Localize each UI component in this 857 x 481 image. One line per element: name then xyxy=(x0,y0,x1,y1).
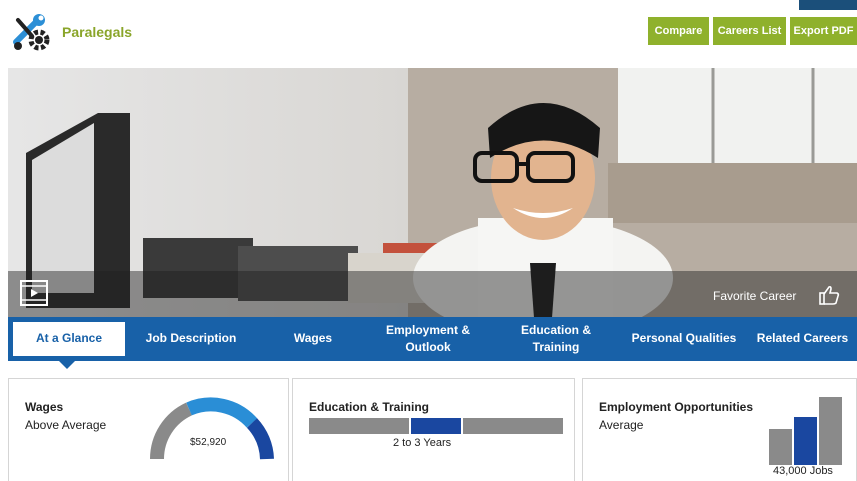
tab-at-a-glance[interactable]: At a Glance xyxy=(12,321,126,357)
education-card-title: Education & Training xyxy=(309,400,430,414)
employment-bar-average xyxy=(794,417,817,465)
employment-bar-low xyxy=(769,429,792,465)
education-bar-segment xyxy=(463,418,563,434)
wages-rating: Above Average xyxy=(25,418,107,432)
active-tab-pointer xyxy=(59,361,75,369)
compare-button[interactable]: Compare xyxy=(648,17,709,45)
hero-image: Favorite Career xyxy=(8,68,857,318)
education-bar-segment xyxy=(309,418,409,434)
tab-job-description[interactable]: Job Description xyxy=(136,317,246,361)
tab-wages[interactable]: Wages xyxy=(278,317,348,361)
employment-bar-high xyxy=(819,397,842,465)
wages-card-title: Wages xyxy=(25,400,64,414)
career-title: Paralegals xyxy=(62,24,133,40)
education-card[interactable]: Education & Training 2 to 3 Years xyxy=(292,378,575,481)
thumbs-up-icon[interactable] xyxy=(818,284,840,306)
employment-bar-chart xyxy=(769,397,842,465)
export-pdf-button[interactable]: Export PDF xyxy=(790,17,857,45)
wages-value: $52,920 xyxy=(190,437,227,448)
education-caption: 2 to 3 Years xyxy=(393,437,452,449)
wages-gauge xyxy=(149,397,274,460)
video-icon[interactable] xyxy=(20,280,48,306)
careers-list-button[interactable]: Careers List xyxy=(713,17,786,45)
tab-education-training[interactable]: Education & Training xyxy=(506,317,606,361)
tools-logo-icon xyxy=(13,14,50,51)
employment-rating: Average xyxy=(599,418,644,432)
tab-personal-qualities[interactable]: Personal Qualities xyxy=(620,317,748,361)
wages-card[interactable]: Wages Above Average $52,920 xyxy=(8,378,289,481)
education-bar-highlight xyxy=(411,418,461,434)
employment-caption: 43,000 Jobs xyxy=(773,465,833,477)
tab-employment-outlook[interactable]: Employment & Outlook xyxy=(378,317,478,361)
tab-related-careers[interactable]: Related Careers xyxy=(750,317,855,361)
career-tabs: At a Glance Job Description Wages Employ… xyxy=(8,317,857,361)
employment-card[interactable]: Employment Opportunities Average 43,000 … xyxy=(582,378,857,481)
employment-card-title: Employment Opportunities xyxy=(599,400,754,414)
education-bar xyxy=(309,418,563,434)
header: Paralegals Compare Careers List Export P… xyxy=(0,0,857,66)
favorite-career-label[interactable]: Favorite Career xyxy=(713,289,796,303)
